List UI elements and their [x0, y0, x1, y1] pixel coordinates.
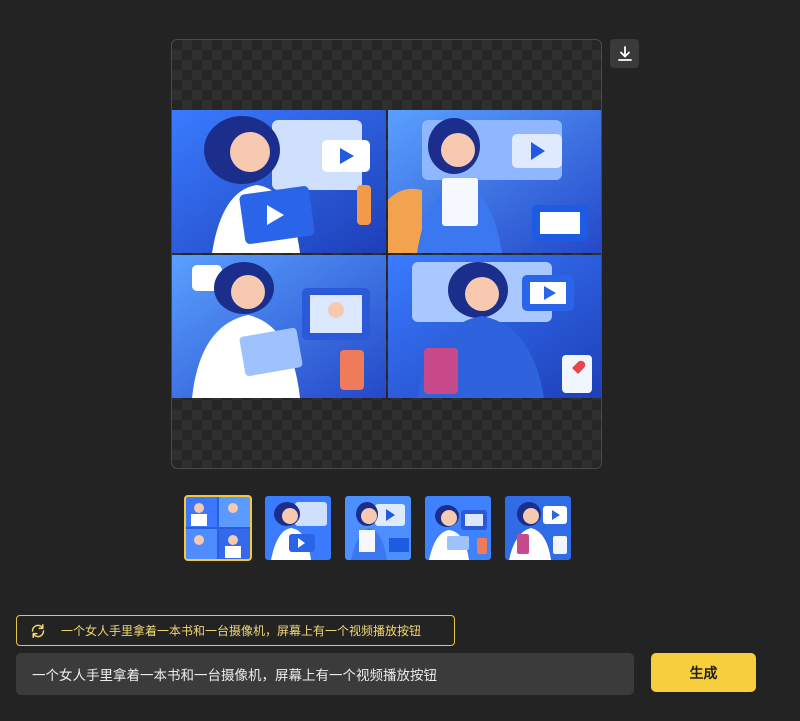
- generate-button[interactable]: 生成: [651, 653, 756, 692]
- panel-1: [172, 110, 386, 253]
- download-icon: [617, 45, 632, 61]
- panel-3: [172, 255, 386, 398]
- generated-image-grid: [172, 110, 601, 398]
- image-preview[interactable]: [171, 39, 602, 469]
- thumbnail-image: [345, 496, 411, 560]
- thumbnail-3[interactable]: [345, 496, 411, 560]
- thumbnail-5[interactable]: [505, 496, 571, 560]
- thumbnail-strip: [184, 495, 575, 561]
- prompt-suggestion[interactable]: 一个女人手里拿着一本书和一台摄像机，屏幕上有一个视频播放按钮: [16, 615, 455, 646]
- panel-2: [388, 110, 601, 253]
- app-root: 一个女人手里拿着一本书和一台摄像机，屏幕上有一个视频播放按钮 生成: [0, 0, 800, 721]
- refresh-icon[interactable]: [29, 622, 47, 640]
- thumbnail-1[interactable]: [184, 495, 252, 561]
- thumbnail-image: [425, 496, 491, 560]
- thumbnail-4[interactable]: [425, 496, 491, 560]
- thumbnail-image: [505, 496, 571, 560]
- thumbnail-2[interactable]: [265, 496, 331, 560]
- suggestion-text: 一个女人手里拿着一本书和一台摄像机，屏幕上有一个视频播放按钮: [61, 624, 422, 638]
- prompt-input[interactable]: [16, 653, 634, 695]
- thumbnail-image: [265, 496, 331, 560]
- download-button[interactable]: [610, 39, 639, 68]
- thumbnail-image: [185, 496, 251, 560]
- panel-4: [388, 255, 601, 398]
